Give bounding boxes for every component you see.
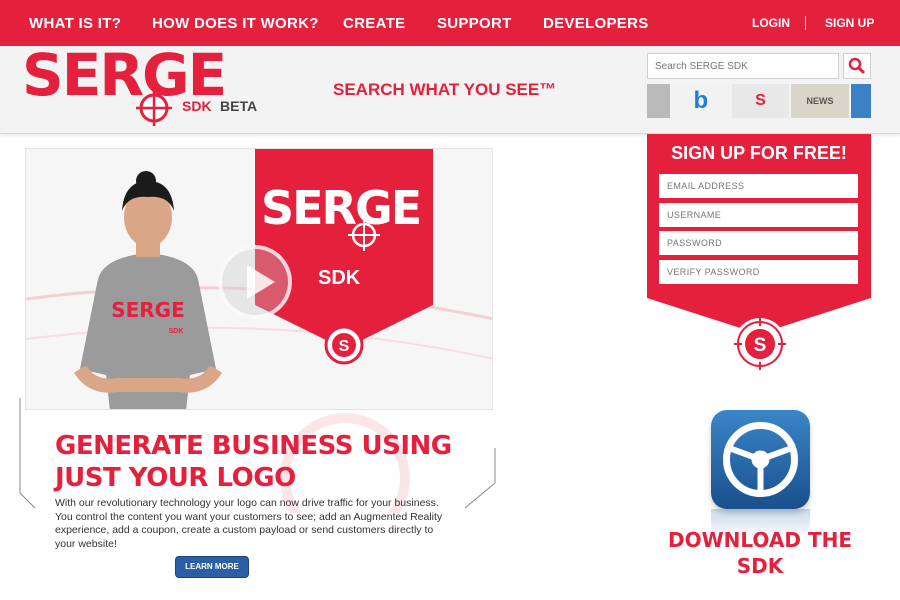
shirt-logo: SERGE <box>111 298 185 322</box>
badge-letter: S <box>754 335 767 356</box>
download-sdk-link[interactable]: DOWNLOAD THE SDK <box>640 527 880 579</box>
username-field[interactable] <box>659 203 858 227</box>
crosshair-icon <box>136 90 172 126</box>
nav-how-does-it-work[interactable]: HOW DOES IT WORK? <box>152 15 319 32</box>
learn-more-button[interactable]: LEARN MORE <box>175 556 249 578</box>
crosshair-icon <box>348 219 380 251</box>
verify-password-field[interactable] <box>659 260 858 284</box>
search-button[interactable] <box>843 53 871 79</box>
image-strip: b S NEWS <box>647 84 871 118</box>
serge-badge-icon: S <box>324 325 364 365</box>
nav-what-is-it[interactable]: WHAT IS IT? <box>29 15 121 32</box>
strip-thumb-serge[interactable]: S <box>731 84 790 118</box>
play-button[interactable] <box>218 245 292 319</box>
sdk-app-icon[interactable] <box>711 410 810 509</box>
hero-headline-line2: JUST YOUR LOGO <box>55 463 296 493</box>
hero-headline: GENERATE BUSINESS USING JUST YOUR LOGO <box>55 430 475 494</box>
nav-divider <box>805 16 806 30</box>
login-link[interactable]: LOGIN <box>752 16 790 30</box>
signup-title: SIGN UP FOR FREE! <box>671 143 847 163</box>
nav-support[interactable]: SUPPORT <box>437 15 512 32</box>
strip-thumb-news[interactable]: NEWS <box>791 84 849 118</box>
nav-create[interactable]: CREATE <box>343 15 405 32</box>
video-player[interactable]: SERGE SDK S SERGE SDK <box>25 148 493 410</box>
strip-thumb[interactable] <box>850 84 871 118</box>
download-line2: SDK <box>736 554 784 578</box>
nav-developers[interactable]: DEVELOPERS <box>543 15 649 32</box>
logo-wordmark: SERGE <box>22 41 227 109</box>
password-field[interactable] <box>659 231 858 255</box>
shirt-sdk: SDK <box>169 328 184 335</box>
tagline: SEARCH WHAT YOU SEE™ <box>333 80 557 99</box>
video-banner-logo: SERGE <box>261 181 422 235</box>
steering-wheel-icon <box>723 422 798 497</box>
presenter-figure: SERGE SDK <box>73 171 223 409</box>
signup-link[interactable]: SIGN UP <box>825 16 874 30</box>
search-input[interactable] <box>647 53 839 79</box>
logo-beta: BETA <box>220 98 258 114</box>
serge-badge-icon: S <box>734 318 786 370</box>
svg-text:S: S <box>339 338 350 355</box>
serge-logo[interactable]: SERGE SDK BETA <box>22 46 272 130</box>
logo-sdk: SDK <box>182 98 212 114</box>
video-banner-sdk: SDK <box>318 267 361 289</box>
hero-headline-line1: GENERATE BUSINESS USING <box>55 431 452 461</box>
strip-thumb-bing[interactable]: b <box>672 84 730 118</box>
search-icon <box>848 57 866 75</box>
hero-body: With our revolutionary technology your l… <box>55 497 443 550</box>
strip-thumb[interactable] <box>647 84 671 118</box>
download-line1: DOWNLOAD THE <box>668 528 852 552</box>
email-field[interactable] <box>659 174 858 198</box>
